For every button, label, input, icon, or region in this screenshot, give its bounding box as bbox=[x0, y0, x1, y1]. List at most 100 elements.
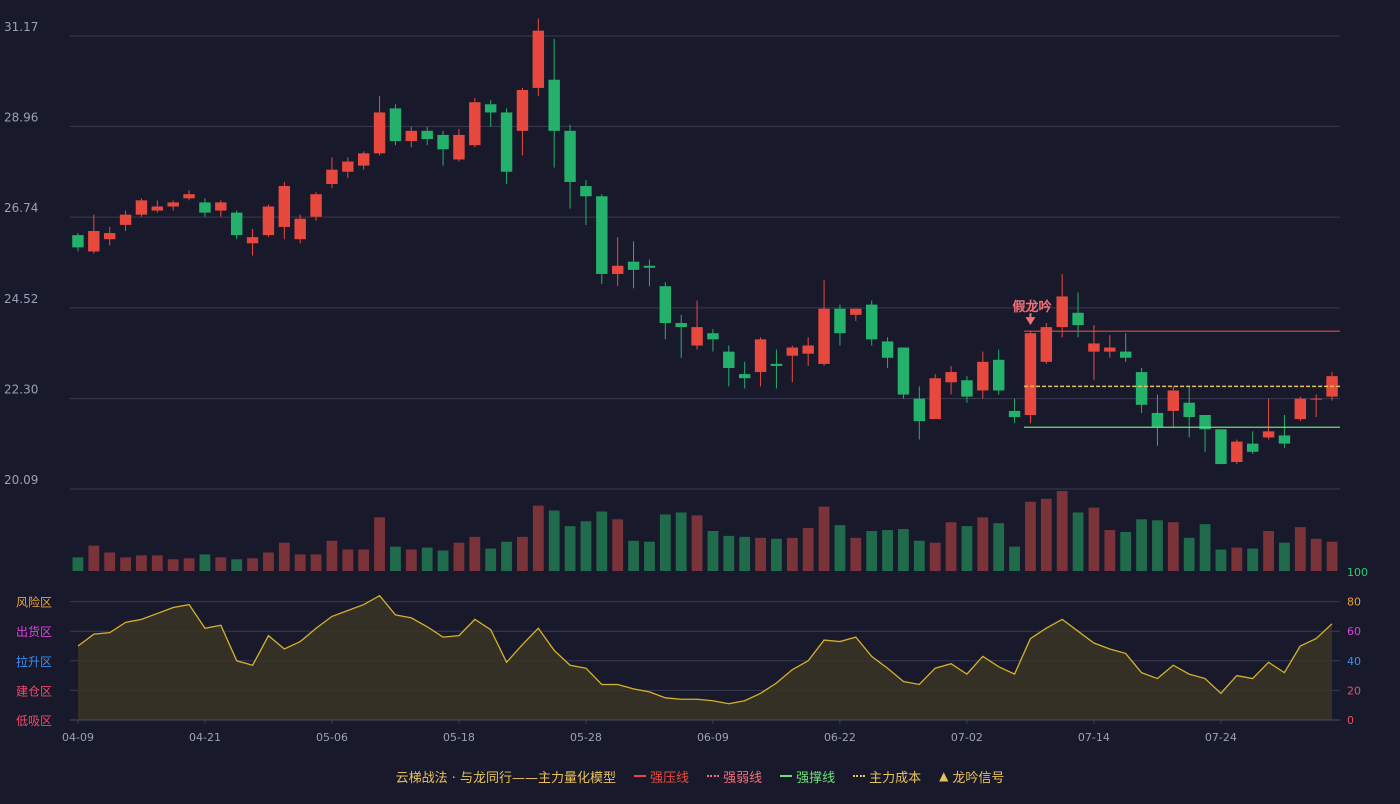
volume-bar bbox=[247, 558, 258, 571]
volume-bar bbox=[548, 510, 560, 571]
candle-body bbox=[103, 233, 116, 240]
x-tick-label: 07-24 bbox=[1205, 731, 1237, 744]
volume-bar bbox=[501, 541, 512, 571]
volume-bar bbox=[1088, 507, 1100, 571]
volume-bar bbox=[88, 545, 100, 571]
candle-body bbox=[389, 108, 402, 142]
volume-bar bbox=[342, 549, 354, 571]
legend-item-signal[interactable]: ▲ 龙吟信号 bbox=[939, 767, 1004, 786]
candle-body bbox=[88, 231, 100, 252]
legend-item-cost[interactable]: 主力成本 bbox=[853, 767, 921, 786]
legend-strength-label: 强弱线 bbox=[723, 770, 763, 786]
legend-support-label: 强撑线 bbox=[796, 770, 836, 786]
oscillator-tick-label: 20 bbox=[1347, 684, 1361, 697]
candle-body bbox=[1278, 435, 1291, 444]
volume-bar bbox=[786, 537, 798, 571]
volume-bar bbox=[1167, 522, 1179, 571]
candle-body bbox=[532, 30, 545, 88]
candle-body bbox=[611, 265, 624, 274]
candle-body bbox=[1294, 398, 1307, 420]
volume-bar bbox=[151, 555, 163, 571]
candle-body bbox=[913, 398, 926, 422]
volume-bar bbox=[278, 542, 290, 571]
candle-body bbox=[119, 214, 132, 225]
volume-bar bbox=[834, 525, 846, 571]
candle-body bbox=[469, 102, 481, 146]
candle-body bbox=[1215, 429, 1227, 465]
volume-bar bbox=[898, 529, 909, 571]
volume-bar bbox=[977, 517, 989, 571]
volume-bar bbox=[691, 515, 703, 571]
candle-body bbox=[770, 363, 783, 366]
volume-bar bbox=[675, 512, 687, 571]
y-tick-label: 20.09 bbox=[4, 473, 38, 487]
volume-bar bbox=[390, 546, 401, 571]
volume-bar bbox=[1279, 542, 1290, 571]
candle-body bbox=[1310, 398, 1322, 400]
candle-body bbox=[627, 261, 640, 270]
legend-item-support[interactable]: 强撑线 bbox=[780, 767, 835, 786]
legend-item-resistance[interactable]: 强压线 bbox=[634, 767, 689, 786]
x-tick-label: 06-09 bbox=[697, 731, 729, 744]
volume-bar bbox=[802, 528, 814, 571]
candle-body bbox=[262, 206, 275, 236]
candle-body bbox=[1262, 431, 1275, 438]
volume-bar bbox=[469, 536, 481, 571]
candle-body bbox=[865, 304, 878, 340]
legend-title: 云梯战法 · 与龙同行——主力量化模型 bbox=[395, 770, 617, 786]
legend-support-swatch bbox=[780, 775, 793, 777]
candle-body bbox=[230, 212, 243, 236]
candle-body bbox=[215, 202, 227, 211]
candle-body bbox=[707, 333, 719, 340]
volume-bar bbox=[755, 537, 766, 571]
candle-body bbox=[1040, 327, 1053, 362]
volume-bar bbox=[707, 531, 719, 571]
candle-body bbox=[500, 112, 513, 172]
candle-body bbox=[1072, 312, 1084, 326]
legend-resistance-swatch bbox=[634, 775, 647, 777]
volume-bar bbox=[199, 554, 211, 571]
legend-item-strength[interactable]: 强弱线 bbox=[707, 767, 762, 786]
candle-body bbox=[1119, 351, 1132, 358]
oscillator-tick-label: 80 bbox=[1347, 596, 1361, 609]
oscillator-tick-label: 40 bbox=[1347, 655, 1361, 668]
zone-label: 风险区 bbox=[16, 595, 52, 610]
chart-canvas: 20.09 22.30 24.52 26.74 28.96 31.17 假龙吟 100 80 60… bbox=[4, 18, 1368, 744]
volume-bar bbox=[104, 552, 116, 571]
volume-bar bbox=[517, 536, 528, 571]
candle-body bbox=[183, 194, 195, 199]
volume-bar bbox=[1310, 538, 1322, 571]
volume-bar bbox=[882, 530, 893, 571]
volume-bar bbox=[739, 536, 751, 571]
volume-bar bbox=[167, 559, 179, 571]
candle-body bbox=[373, 112, 386, 154]
candle-body bbox=[897, 347, 910, 395]
oscillator-area bbox=[78, 595, 1332, 720]
zone-label: 拉升区 bbox=[16, 654, 52, 669]
x-tick-label: 05-28 bbox=[570, 731, 602, 744]
volume-bar bbox=[421, 547, 433, 571]
zone-label: 低吸区 bbox=[16, 714, 52, 728]
y-tick-label: 28.96 bbox=[4, 110, 38, 124]
volume-bar bbox=[72, 557, 84, 571]
volume-bar bbox=[993, 523, 1005, 571]
volume-bar bbox=[1326, 541, 1338, 571]
x-tick-label: 06-22 bbox=[824, 731, 856, 744]
volume-bar bbox=[771, 538, 782, 571]
volume-bar bbox=[1120, 531, 1132, 571]
volume-bar bbox=[866, 531, 878, 571]
candle-body bbox=[167, 202, 179, 207]
volume-bar bbox=[1104, 530, 1116, 571]
x-tick-label: 07-02 bbox=[951, 731, 983, 744]
volume-bar bbox=[136, 555, 147, 571]
volume-bar bbox=[453, 542, 465, 571]
candle-body bbox=[484, 104, 497, 113]
volume-bar bbox=[961, 526, 973, 571]
candle-body bbox=[1056, 296, 1068, 328]
x-tick-label: 05-18 bbox=[443, 731, 475, 744]
oscillator-tick-label: 100 bbox=[1347, 566, 1368, 579]
volume-bar bbox=[850, 537, 862, 571]
volume-bar bbox=[1040, 498, 1052, 571]
volume-bar bbox=[1152, 520, 1163, 571]
y-tick-label: 22.30 bbox=[4, 383, 38, 397]
